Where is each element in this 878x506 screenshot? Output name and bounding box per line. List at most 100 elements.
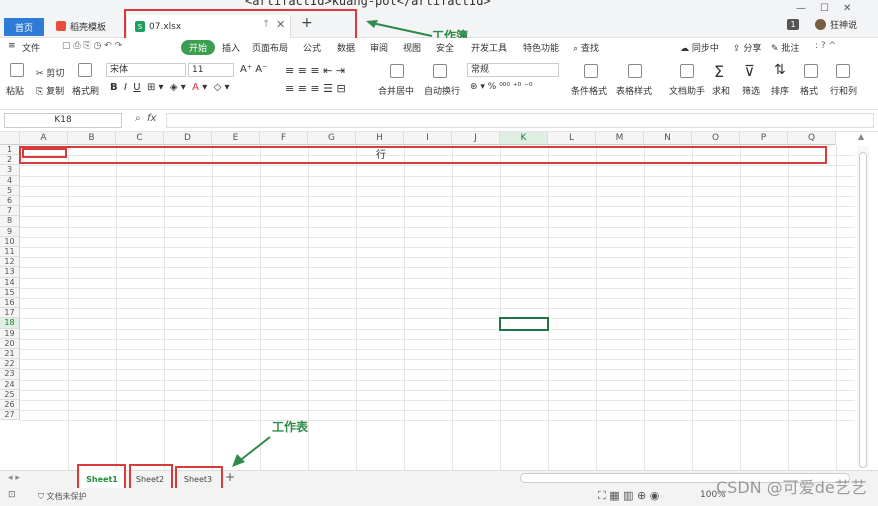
row-header-2[interactable]: 2 — [0, 155, 20, 166]
row-header-14[interactable]: 14 — [0, 277, 20, 288]
menu-hamburger-icon[interactable]: ≡ — [8, 41, 16, 51]
menu-security[interactable]: 安全 — [436, 41, 454, 54]
font-size-select[interactable]: 11 — [188, 63, 234, 77]
menu-share[interactable]: ⇪ 分享 — [733, 41, 761, 54]
tab-home[interactable]: 首页 — [4, 18, 44, 36]
format-icon[interactable] — [804, 64, 818, 78]
menu-features[interactable]: 特色功能 — [523, 41, 559, 54]
format-painter-icon[interactable] — [78, 63, 92, 77]
zoom-icon[interactable]: ⌕ — [135, 113, 141, 124]
row-header-17[interactable]: 17 — [0, 308, 20, 319]
row-header-18[interactable]: 18 — [0, 318, 20, 329]
menu-formula[interactable]: 公式 — [303, 41, 321, 54]
row-header-10[interactable]: 10 — [0, 236, 20, 247]
sum-button[interactable]: 求和 — [712, 84, 730, 97]
column-header-k[interactable]: K — [500, 132, 548, 145]
table-style-icon[interactable] — [628, 64, 642, 78]
row-header-4[interactable]: 4 — [0, 175, 20, 186]
spreadsheet-grid[interactable]: A B C D E F G H I J K L M N O P Q 1 2 3 4 5 6 7 8 9 10 11 12 13 14 15 16… — [0, 132, 855, 470]
menu-sync[interactable]: ☁ 同步中 — [680, 41, 719, 54]
selected-cell[interactable] — [499, 317, 549, 331]
filter-button[interactable]: 筛选 — [742, 84, 760, 97]
column-header-f[interactable]: F — [260, 132, 308, 145]
row-header-19[interactable]: 19 — [0, 328, 20, 339]
user-account[interactable]: 狂神说 — [815, 18, 857, 31]
row-header-3[interactable]: 3 — [0, 165, 20, 176]
row-header-5[interactable]: 5 — [0, 185, 20, 196]
row-header-24[interactable]: 24 — [0, 379, 20, 390]
menu-start[interactable]: 开始 — [181, 40, 216, 55]
minimize-icon[interactable]: — — [796, 3, 806, 14]
row-header-12[interactable]: 12 — [0, 257, 20, 268]
row-header-21[interactable]: 21 — [0, 349, 20, 360]
align-buttons-top[interactable]: ≡ ≡ ≡ ⇤ ⇥ — [285, 64, 345, 77]
column-header-d[interactable]: D — [164, 132, 212, 145]
menu-data[interactable]: 数据 — [337, 41, 355, 54]
row-header-23[interactable]: 23 — [0, 369, 20, 380]
row-col-icon[interactable] — [836, 64, 850, 78]
doc-assistant-button[interactable]: 文档助手 — [669, 84, 705, 97]
number-format-select[interactable]: 常规 — [467, 63, 559, 77]
column-header-b[interactable]: B — [68, 132, 116, 145]
filter-icon[interactable]: ⊽ — [744, 62, 755, 80]
row-header-22[interactable]: 22 — [0, 359, 20, 370]
menu-insert[interactable]: 插入 — [222, 41, 240, 54]
column-header-p[interactable]: P — [740, 132, 788, 145]
paste-icon[interactable] — [10, 63, 24, 77]
sheet-nav-icons[interactable]: ◂ ▸ — [8, 473, 20, 483]
row-header-11[interactable]: 11 — [0, 247, 20, 258]
number-format-buttons[interactable]: ⊛ ▾ % ⁰⁰⁰ ⁺⁰ ⁻⁰ — [470, 82, 532, 92]
cut-button[interactable]: ✂ 剪切 — [36, 66, 64, 79]
maximize-icon[interactable]: ☐ — [820, 3, 829, 14]
menu-search[interactable]: ⌕ 查找 — [573, 41, 599, 54]
column-header-o[interactable]: O — [692, 132, 740, 145]
merge-center-icon[interactable] — [390, 64, 404, 78]
sum-icon[interactable]: Σ — [714, 62, 724, 81]
fx-icon[interactable]: fx — [147, 113, 156, 124]
wrap-text-button[interactable]: 自动换行 — [424, 84, 460, 97]
column-header-a[interactable]: A — [20, 132, 68, 145]
format-painter-button[interactable]: 格式刷 — [72, 84, 99, 97]
formula-tools[interactable]: ⌕ fx — [135, 113, 156, 124]
column-header-l[interactable]: L — [548, 132, 596, 145]
quick-access-icons[interactable]: ▢ ⎙ ⎘ ◷ ↶ ↷ — [62, 41, 122, 51]
row-header-7[interactable]: 7 — [0, 206, 20, 217]
column-header-g[interactable]: G — [308, 132, 356, 145]
row-header-9[interactable]: 9 — [0, 226, 20, 237]
column-header-j[interactable]: J — [452, 132, 500, 145]
name-box[interactable]: K18 — [4, 113, 122, 128]
sort-button[interactable]: 排序 — [771, 84, 789, 97]
conditional-format-icon[interactable] — [584, 64, 598, 78]
close-window-icon[interactable]: ✕ — [843, 3, 851, 14]
row-header-25[interactable]: 25 — [0, 389, 20, 400]
row-col-button[interactable]: 行和列 — [830, 84, 857, 97]
row-header-27[interactable]: 27 — [0, 410, 20, 421]
font-style-buttons[interactable]: B I U ⊞ ▾ ◈ ▾ A ▾ ◇ ▾ — [110, 82, 229, 93]
column-header-h[interactable]: H — [356, 132, 404, 145]
font-grow-shrink-icon[interactable]: A⁺ A⁻ — [240, 64, 267, 75]
menu-view[interactable]: 视图 — [403, 41, 421, 54]
menu-extra-icons[interactable]: : ? ^ — [815, 41, 836, 51]
format-button[interactable]: 格式 — [800, 84, 818, 97]
doc-assistant-icon[interactable] — [680, 64, 694, 78]
menu-file[interactable]: 文件 — [22, 41, 40, 54]
conditional-format-button[interactable]: 条件格式 — [571, 84, 607, 97]
menu-review[interactable]: 审阅 — [370, 41, 388, 54]
merge-center-button[interactable]: 合并居中 — [378, 84, 414, 97]
macro-icon[interactable]: ⊡ — [8, 490, 16, 500]
column-header-c[interactable]: C — [116, 132, 164, 145]
column-header-e[interactable]: E — [212, 132, 260, 145]
column-header-n[interactable]: N — [644, 132, 692, 145]
doc-protect-status[interactable]: ⛉ 文档未保护 — [38, 491, 87, 502]
row-header-20[interactable]: 20 — [0, 338, 20, 349]
column-header-i[interactable]: I — [404, 132, 452, 145]
view-mode-icons[interactable]: ⛶ ▦ ▥ ⊕ ◉ — [598, 489, 659, 503]
row-header-1[interactable]: 1 — [0, 145, 20, 156]
formula-input[interactable] — [166, 113, 874, 128]
row-header-16[interactable]: 16 — [0, 298, 20, 309]
menu-page-layout[interactable]: 页面布局 — [252, 41, 288, 54]
tab-templates[interactable]: 稻壳模板 — [50, 16, 126, 36]
font-name-select[interactable]: 宋体 — [106, 63, 186, 77]
row-header-13[interactable]: 13 — [0, 267, 20, 278]
menu-developer[interactable]: 开发工具 — [471, 41, 507, 54]
